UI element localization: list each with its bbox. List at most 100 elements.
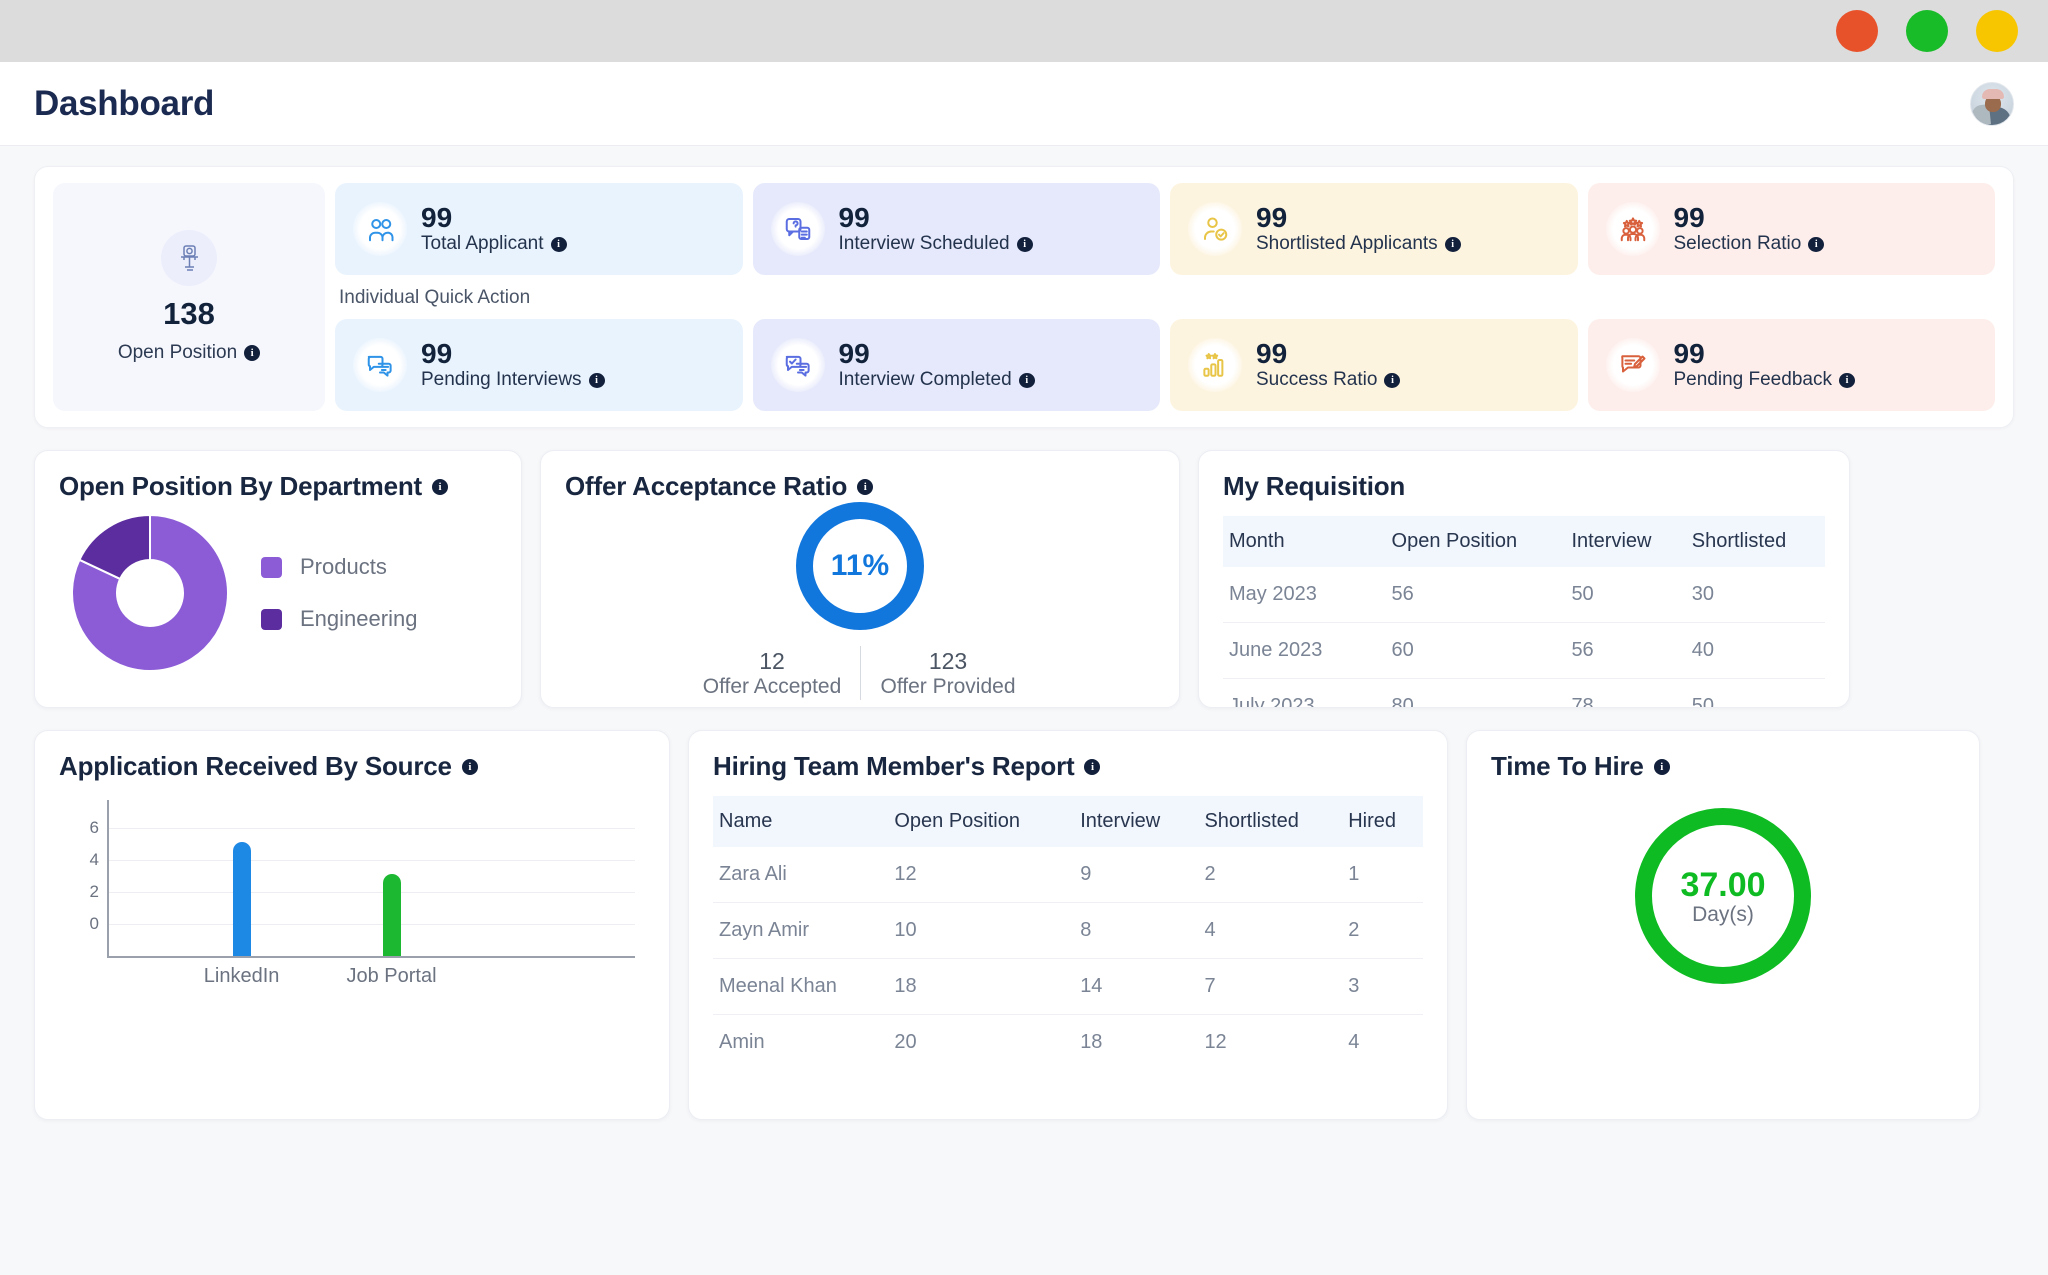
table-row[interactable]: Zara Ali 12 9 2 1 — [713, 847, 1423, 903]
table-cell: Amin — [719, 1031, 765, 1053]
column-header: Hired — [1342, 796, 1423, 847]
bar[interactable] — [232, 842, 251, 956]
table-cell: 4 — [1348, 1031, 1360, 1053]
offer-acceptance-percent: 11% — [830, 549, 890, 582]
stat-card-interview-scheduled[interactable]: 99 Interview Scheduled i — [752, 183, 1160, 275]
users-group-icon — [353, 202, 407, 256]
table-cell: 50 — [1565, 567, 1686, 623]
table-row[interactable]: Amin 20 18 12 4 — [713, 1015, 1423, 1071]
table-cell: 1 — [1342, 847, 1423, 903]
hiring-team-report-card[interactable]: Hiring Team Member's Report i Name Open P… — [688, 730, 1448, 1120]
table-row[interactable]: July 2023 80 78 50 — [1223, 678, 1825, 707]
stat-card-success-ratio[interactable]: 99 Success Ratio i — [1170, 319, 1578, 411]
stat-card-pending-interviews[interactable]: 99 Pending Interviews i — [335, 319, 743, 411]
stat-label-text: Total Applicant — [421, 233, 544, 255]
column-header: Shortlisted — [1685, 516, 1825, 567]
table-cell: 2 — [1198, 847, 1343, 903]
info-icon[interactable]: i — [588, 372, 605, 388]
window-close-button[interactable] — [1836, 10, 1878, 52]
stat-card-shortlisted-applicants[interactable]: 99 Shortlisted Applicants i — [1170, 183, 1578, 275]
stat-label-text: Interview Scheduled — [838, 233, 1010, 255]
y-axis-tick: 6 — [89, 818, 99, 837]
stat-card-total-applicant[interactable]: 99 Total Applicant i — [335, 183, 743, 275]
open-position-label: Open Position i — [117, 342, 261, 364]
table-cell: 7 — [1198, 958, 1343, 1015]
open-position-label-text: Open Position — [117, 342, 238, 363]
table-cell: 78 — [1565, 678, 1686, 707]
table-cell: 12 — [888, 847, 1075, 903]
stat-label-text: Interview Completed — [838, 369, 1012, 391]
stat-label: Pending Feedback i — [1674, 369, 1855, 391]
table-cell: 3 — [1342, 958, 1423, 1015]
stats-row-primary: 99 Total Applicant i 99 Interview Scheduled i… — [335, 183, 1995, 275]
info-icon[interactable]: i — [1838, 372, 1855, 388]
x-axis-label: Job Portal — [346, 965, 437, 987]
stat-value: 99 — [1256, 201, 1288, 233]
table-cell: 18 — [1080, 1031, 1103, 1053]
stats-panel: 138 Open Position i 99 Total Applicant i 99… — [34, 166, 2014, 428]
legend-swatch — [261, 556, 282, 578]
table-header-row: Month Open Position Interview Shortlisted — [1223, 516, 1825, 567]
table-cell: Zara Ali — [713, 847, 889, 903]
table-cell: 60 — [1385, 622, 1566, 679]
window-minimize-button[interactable] — [1906, 10, 1948, 52]
time-to-hire-gauge-area: 37.00 Day(s) — [1491, 808, 1955, 984]
info-icon[interactable]: i — [1444, 236, 1461, 252]
offer-acceptance-gauge: 11% — [796, 502, 924, 630]
application-received-by-source-card: Application Received By Source i 0 2 4 6 Lin… — [34, 730, 670, 1120]
info-icon[interactable]: i — [1018, 372, 1035, 388]
table-cell: 20 — [894, 1031, 917, 1053]
card-title: My Requisition — [1223, 471, 1406, 501]
stat-value: 99 — [1256, 337, 1288, 369]
chat-bubbles-icon — [353, 338, 407, 392]
my-requisition-card[interactable]: My Requisition Month Open Position Intervi… — [1198, 450, 1850, 708]
stat-text: 99 Shortlisted Applicants i — [1256, 201, 1461, 255]
legend-item[interactable]: Engineering — [261, 606, 417, 632]
table-cell: July 2023 — [1223, 678, 1386, 707]
info-icon[interactable]: i — [461, 758, 478, 775]
card-title: Hiring Team Member's Report i — [713, 751, 1423, 782]
stat-card-interview-completed[interactable]: 99 Interview Completed i — [752, 319, 1160, 411]
open-position-value: 138 — [163, 296, 215, 331]
card-title: Time To Hire i — [1491, 751, 1955, 782]
stat-card-selection-ratio[interactable]: 99 Selection Ratio i — [1587, 183, 1995, 275]
gridline — [109, 892, 635, 893]
info-icon[interactable]: i — [1384, 372, 1401, 388]
table-cell: 30 — [1685, 567, 1825, 623]
dashboard-body: 138 Open Position i 99 Total Applicant i 99… — [0, 146, 2048, 1275]
window-maximize-button[interactable] — [1976, 10, 2018, 52]
table-row[interactable]: Meenal Khan 18 14 7 3 — [713, 958, 1423, 1015]
people-stars-icon — [1605, 202, 1660, 256]
quick-action-area: 99 Total Applicant i 99 Interview Scheduled i… — [335, 183, 1995, 411]
card-title: Open Position By Department i — [59, 471, 497, 502]
info-icon[interactable]: i — [431, 478, 448, 495]
info-icon[interactable]: i — [857, 478, 874, 495]
window-titlebar — [0, 0, 2048, 62]
card-title: Offer Acceptance Ratio i — [565, 471, 1155, 502]
info-icon[interactable]: i — [1016, 236, 1033, 252]
offer-provided-value: 123 — [928, 647, 968, 674]
time-to-hire-gauge: 37.00 Day(s) — [1635, 808, 1811, 984]
offer-acceptance-ratio-card: Offer Acceptance Ratio i 11% 12 Offer Ac… — [540, 450, 1180, 708]
info-icon[interactable]: i — [550, 236, 567, 252]
table-cell: 12 — [1204, 1031, 1227, 1053]
table-row[interactable]: Zayn Amir 10 8 4 2 — [713, 902, 1423, 959]
legend-item[interactable]: Products — [261, 554, 417, 580]
bar[interactable] — [382, 874, 401, 956]
info-icon[interactable]: i — [1653, 758, 1670, 775]
table-cell: 40 — [1685, 622, 1825, 679]
y-axis-tick: 0 — [89, 914, 99, 933]
chair-question-icon — [161, 230, 217, 286]
info-icon[interactable]: i — [244, 345, 261, 361]
stat-card-pending-feedback[interactable]: 99 Pending Feedback i — [1587, 319, 1995, 411]
card-title: Application Received By Source i — [59, 751, 645, 782]
table-row[interactable]: June 2023 60 56 40 — [1223, 622, 1825, 679]
open-position-card[interactable]: 138 Open Position i — [53, 183, 325, 411]
avatar[interactable] — [1970, 81, 2014, 126]
info-icon[interactable]: i — [1808, 236, 1825, 252]
info-icon[interactable]: i — [1084, 758, 1101, 775]
bar-chart-plot: 0 2 4 6 LinkedIn Job Portal — [90, 800, 635, 987]
table-row[interactable]: May 2023 56 50 30 — [1223, 567, 1825, 623]
stat-label: Total Applicant i — [421, 233, 567, 255]
gridline — [109, 828, 635, 829]
